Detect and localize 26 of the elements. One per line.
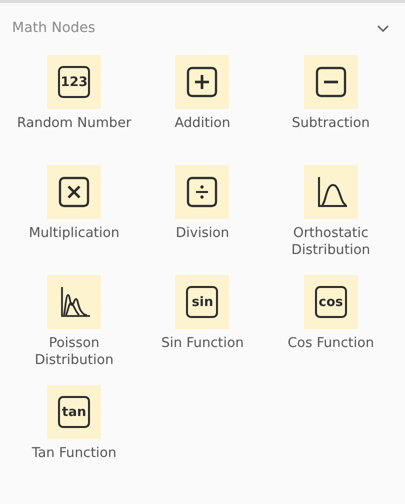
node-tile[interactable] <box>304 165 358 219</box>
node-label: Addition <box>174 115 232 132</box>
chevron-icon <box>376 23 390 33</box>
node-tile[interactable]: 123 <box>47 55 102 109</box>
text-badge-icon: 123 <box>58 66 90 98</box>
node-tile[interactable]: cos <box>304 275 358 329</box>
text-badge-icon: tan <box>58 396 90 428</box>
text-badge-icon: sin <box>186 286 218 318</box>
node-tile[interactable] <box>47 165 102 219</box>
node-label: Sin Function <box>160 335 245 352</box>
node-label: Subtraction <box>290 115 371 132</box>
node-label: Tan Function <box>30 445 118 462</box>
node-label: Poisson Distribution <box>34 335 115 369</box>
text-badge-icon: cos <box>314 286 347 318</box>
node-label: Random Number <box>16 115 132 132</box>
node-tile[interactable] <box>47 275 102 329</box>
node-tile[interactable] <box>175 55 230 109</box>
node-tile[interactable]: sin <box>175 275 230 329</box>
section-title: Math Nodes <box>12 18 96 38</box>
node-tile[interactable] <box>304 55 358 109</box>
node-tile[interactable] <box>175 165 230 219</box>
node-label: Division <box>174 225 230 242</box>
node-label: Cos Function <box>286 335 376 352</box>
node-tile[interactable]: tan <box>47 385 102 439</box>
node-label: Multiplication <box>28 225 120 242</box>
node-label: Orthostatic Distribution <box>290 225 372 259</box>
